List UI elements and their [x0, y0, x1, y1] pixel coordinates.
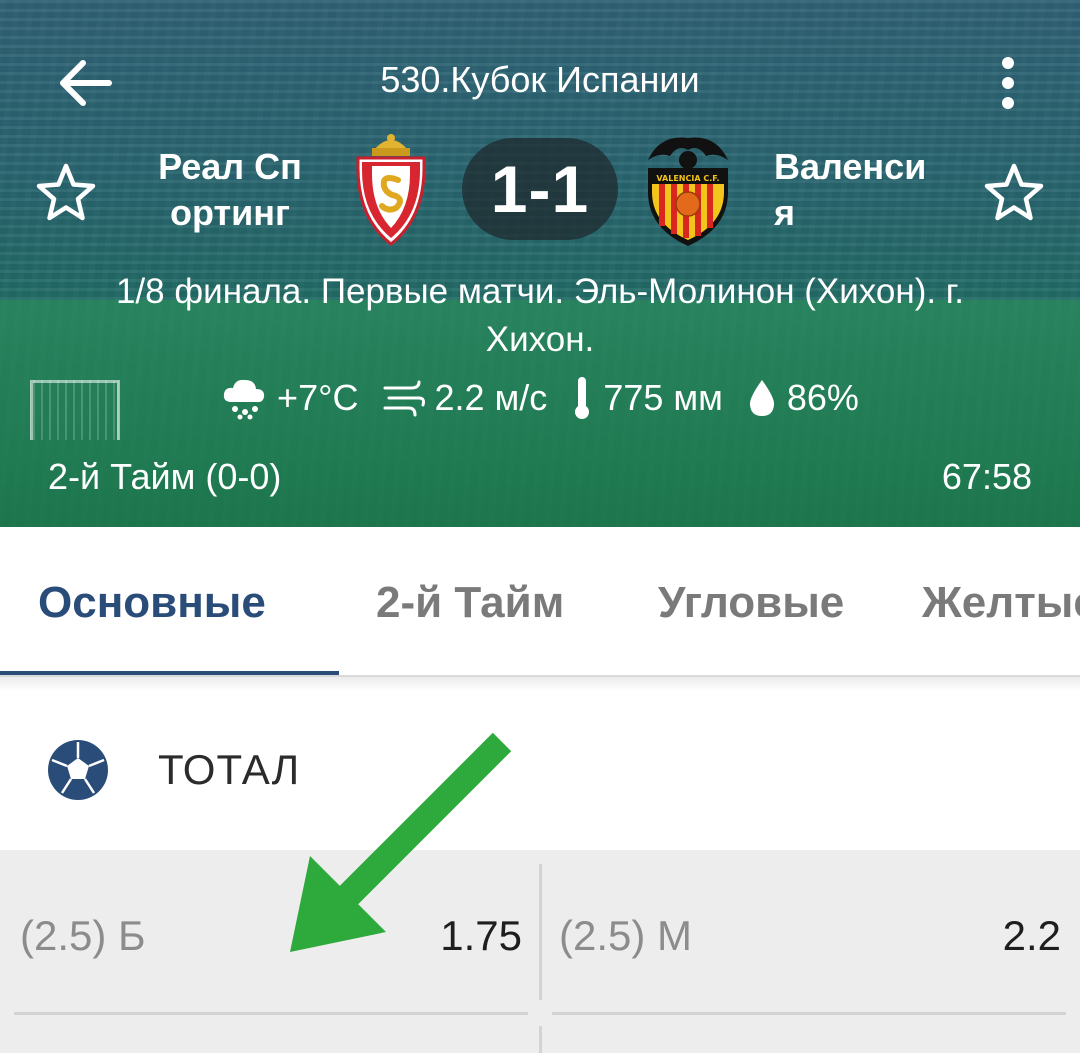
pressure-value: 775 мм [603, 377, 723, 418]
weather-wind: 2.2 м/с [383, 377, 548, 419]
weather-humidity: 86% [747, 377, 859, 419]
away-team-name-line1: Валенси [774, 146, 927, 187]
market-tabs: Основные 2-й Тайм Угловые Желтые [0, 527, 1080, 677]
wind-icon [383, 380, 425, 417]
away-team-name: Валенси я [774, 144, 974, 236]
row-divider [14, 1012, 528, 1015]
more-menu-button[interactable] [990, 52, 1026, 114]
star-outline-icon [984, 163, 1044, 221]
tabs-shadow [0, 677, 1080, 691]
outcome-odds: 2.2 [1002, 912, 1061, 959]
market-header-total[interactable]: ТОТАЛ [0, 692, 1080, 850]
star-outline-icon [36, 163, 96, 221]
odds-divider [539, 1026, 542, 1053]
home-team-name-line1: Реал Сп [158, 146, 302, 187]
rain-cloud-icon [223, 379, 265, 420]
outcome-label: (2.5) Б [20, 912, 146, 959]
favorite-away-button[interactable] [980, 158, 1048, 226]
arrow-left-icon [60, 60, 112, 106]
wind-value: 2.2 м/с [434, 377, 548, 418]
weather-pressure: 775 мм [571, 375, 723, 421]
soccer-ball-icon [48, 740, 108, 800]
more-vertical-icon [1002, 57, 1014, 109]
valencia-crest-text: VALENCIA C.F. [656, 174, 719, 183]
valencia-cf-crest-icon: VALENCIA C.F. [648, 137, 728, 246]
away-team-name-line2: я [774, 192, 796, 233]
temperature-value: +7°C [277, 377, 359, 418]
odds-button-under[interactable]: (2.5) М 2.2 [543, 850, 1080, 1020]
sporting-gijon-crest-icon [356, 134, 426, 246]
outcome-label: (2.5) М [559, 912, 693, 959]
tab-corners[interactable]: Угловые [658, 571, 844, 635]
outcome-odds: 1.75 [440, 912, 522, 959]
odds-divider [539, 864, 542, 1000]
thermometer-icon [575, 377, 590, 419]
water-drop-icon [749, 380, 774, 416]
weather-temperature: +7°C [221, 376, 359, 420]
match-clock: 67:58 [941, 456, 1032, 497]
match-stage-venue: 1/8 финала. Первые матчи. Эль-Молинон (Х… [20, 268, 1060, 364]
match-period: 2-й Тайм (0-0) [48, 456, 282, 497]
back-button[interactable] [50, 52, 120, 114]
home-team-name: Реал Сп ортинг [130, 144, 330, 236]
humidity-value: 86% [786, 377, 859, 418]
home-team-name-line2: ортинг [169, 192, 290, 233]
odds-row: (2.5) Б 1.75 (2.5) М 2.2 [0, 850, 1080, 1053]
favorite-home-button[interactable] [32, 158, 100, 226]
row-divider [552, 1012, 1066, 1015]
match-score: 1-1 [462, 138, 618, 240]
tab-yellow-cards[interactable]: Желтые [922, 571, 1080, 635]
market-title: ТОТАЛ [158, 746, 301, 793]
weather-bar: +7°C 2.2 м/с 775 мм 86% [0, 374, 1080, 422]
match-stage-line1: 1/8 финала. Первые матчи. Эль-Молинон (Х… [115, 272, 965, 311]
tab-main[interactable]: Основные [38, 571, 266, 635]
odds-button-over[interactable]: (2.5) Б 1.75 [0, 850, 540, 1020]
tournament-title: 530.Кубок Испании [380, 59, 700, 100]
tab-second-half[interactable]: 2-й Тайм [376, 571, 564, 635]
match-header: 530.Кубок Испании Реал Сп ортинг 1-1 VAL… [0, 0, 1080, 527]
match-stage-line2: Хихон. [485, 320, 595, 359]
